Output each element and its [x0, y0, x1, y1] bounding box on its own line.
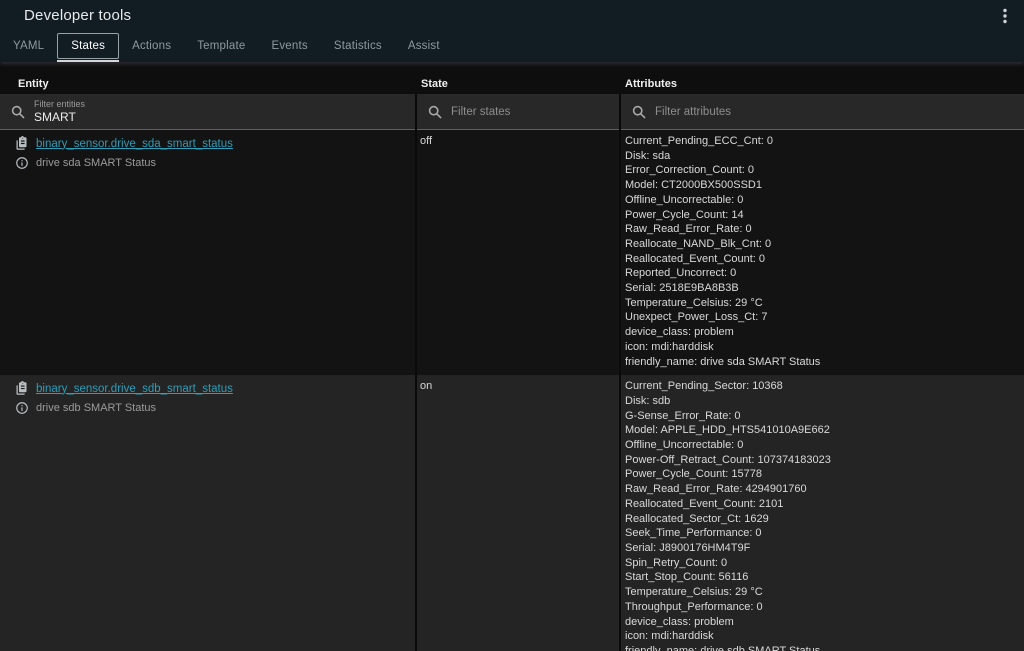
entity-id-link[interactable]: binary_sensor.drive_sda_smart_status — [36, 138, 233, 150]
attribute-line: friendly_name: drive sdb SMART Status — [625, 644, 1024, 651]
attribute-line: Raw_Read_Error_Rate: 0 — [625, 222, 1024, 237]
kebab-menu-icon — [1003, 8, 1007, 24]
filter-entities-input-value[interactable]: SMART — [34, 111, 85, 123]
filter-entities-field[interactable]: Filter entities SMART — [0, 94, 415, 130]
attribute-line: G-Sense_Error_Rate: 0 — [625, 409, 1024, 424]
attribute-line: Power-Off_Retract_Count: 107374183023 — [625, 453, 1024, 468]
attribute-line: Reallocate_NAND_Blk_Cnt: 0 — [625, 237, 1024, 252]
attribute-line: Model: CT2000BX500SSD1 — [625, 178, 1024, 193]
copy-to-clipboard-button[interactable] — [13, 136, 30, 151]
column-header-attributes: Attributes — [621, 62, 1024, 94]
attribute-line: Start_Stop_Count: 56116 — [625, 570, 1024, 585]
tab-states[interactable]: States — [57, 33, 119, 59]
filter-entities-label: Filter entities — [34, 100, 85, 109]
attribute-line: Raw_Read_Error_Rate: 4294901760 — [625, 482, 1024, 497]
tab-events[interactable]: Events — [258, 30, 320, 62]
attribute-line: friendly_name: drive sda SMART Status — [625, 355, 1024, 370]
attribute-line: Reallocated_Event_Count: 0 — [625, 252, 1024, 267]
attribute-line: Power_Cycle_Count: 14 — [625, 208, 1024, 223]
attribute-line: Spin_Retry_Count: 0 — [625, 556, 1024, 571]
tab-yaml[interactable]: YAML — [0, 30, 57, 62]
attribute-line: device_class: problem — [625, 325, 1024, 340]
table-row: binary_sensor.drive_sdb_smart_status dri… — [0, 375, 1024, 651]
attribute-line: Throughput_Performance: 0 — [625, 600, 1024, 615]
attribute-line: Seek_Time_Performance: 0 — [625, 526, 1024, 541]
column-header-state: State — [417, 62, 619, 94]
attribute-line: Serial: J8900176HM4T9F — [625, 541, 1024, 556]
entity-info-button[interactable] — [13, 401, 30, 415]
attribute-line: Temperature_Celsius: 29 °C — [625, 585, 1024, 600]
entity-cell: binary_sensor.drive_sdb_smart_status dri… — [0, 375, 415, 651]
attribute-line: Serial: 2518E9BA8B3B — [625, 281, 1024, 296]
state-cell: on — [417, 375, 619, 651]
entity-friendly-name: drive sdb SMART Status — [36, 402, 156, 414]
attribute-line: icon: mdi:harddisk — [625, 340, 1024, 355]
column-header-entity: Entity — [0, 62, 415, 94]
attribute-line: Reallocated_Event_Count: 2101 — [625, 497, 1024, 512]
tab-statistics[interactable]: Statistics — [321, 30, 395, 62]
tab-bar: YAML States Actions Template Events Stat… — [0, 30, 1024, 62]
info-icon — [15, 156, 29, 170]
attribute-line: Error_Correction_Count: 0 — [625, 163, 1024, 178]
attribute-line: device_class: problem — [625, 615, 1024, 630]
attribute-line: Unexpect_Power_Loss_Ct: 7 — [625, 310, 1024, 325]
tab-assist[interactable]: Assist — [395, 30, 453, 62]
clipboard-copy-icon — [14, 136, 29, 151]
overflow-menu-button[interactable] — [994, 5, 1016, 27]
entity-friendly-name: drive sda SMART Status — [36, 157, 156, 169]
attributes-cell: Current_Pending_Sector: 10368Disk: sdbG-… — [621, 375, 1024, 651]
attribute-line: Reported_Uncorrect: 0 — [625, 266, 1024, 281]
attribute-line: Current_Pending_ECC_Cnt: 0 — [625, 134, 1024, 149]
attribute-line: Disk: sdb — [625, 394, 1024, 409]
filter-attributes-placeholder: Filter attributes — [655, 106, 731, 118]
state-cell: off — [417, 130, 619, 375]
attribute-line: Model: APPLE_HDD_HTS541010A9E662 — [625, 423, 1024, 438]
title-row: Developer tools — [0, 0, 1024, 30]
app-header: Developer tools YAML States Actions Temp… — [0, 0, 1024, 62]
table-row: binary_sensor.drive_sda_smart_status dri… — [0, 130, 1024, 375]
states-table-header: Entity State Attributes — [0, 62, 1024, 94]
filter-states-field[interactable]: Filter states — [417, 94, 619, 130]
copy-to-clipboard-button[interactable] — [13, 381, 30, 396]
info-icon — [15, 401, 29, 415]
attribute-line: Disk: sda — [625, 149, 1024, 164]
filter-states-placeholder: Filter states — [451, 106, 510, 118]
filter-attributes-field[interactable]: Filter attributes — [621, 94, 1024, 130]
search-icon — [428, 105, 442, 119]
tab-template[interactable]: Template — [184, 30, 258, 62]
attribute-line: Offline_Uncorrectable: 0 — [625, 193, 1024, 208]
entity-id-link[interactable]: binary_sensor.drive_sdb_smart_status — [36, 383, 233, 395]
search-icon — [11, 105, 25, 119]
entity-info-button[interactable] — [13, 156, 30, 170]
attributes-cell: Current_Pending_ECC_Cnt: 0Disk: sdaError… — [621, 130, 1024, 375]
attribute-line: Power_Cycle_Count: 15778 — [625, 467, 1024, 482]
entity-cell: binary_sensor.drive_sda_smart_status dri… — [0, 130, 415, 375]
attribute-line: Current_Pending_Sector: 10368 — [625, 379, 1024, 394]
developer-tools-page: Developer tools YAML States Actions Temp… — [0, 0, 1024, 651]
attribute-line: Temperature_Celsius: 29 °C — [625, 296, 1024, 311]
attribute-line: Reallocated_Sector_Ct: 1629 — [625, 512, 1024, 527]
attribute-line: Offline_Uncorrectable: 0 — [625, 438, 1024, 453]
filter-row: Filter entities SMART Filter states Filt… — [0, 94, 1024, 130]
tab-actions[interactable]: Actions — [119, 30, 184, 62]
search-icon — [632, 105, 646, 119]
clipboard-copy-icon — [14, 381, 29, 396]
attribute-line: icon: mdi:harddisk — [625, 629, 1024, 644]
page-title: Developer tools — [24, 7, 131, 24]
